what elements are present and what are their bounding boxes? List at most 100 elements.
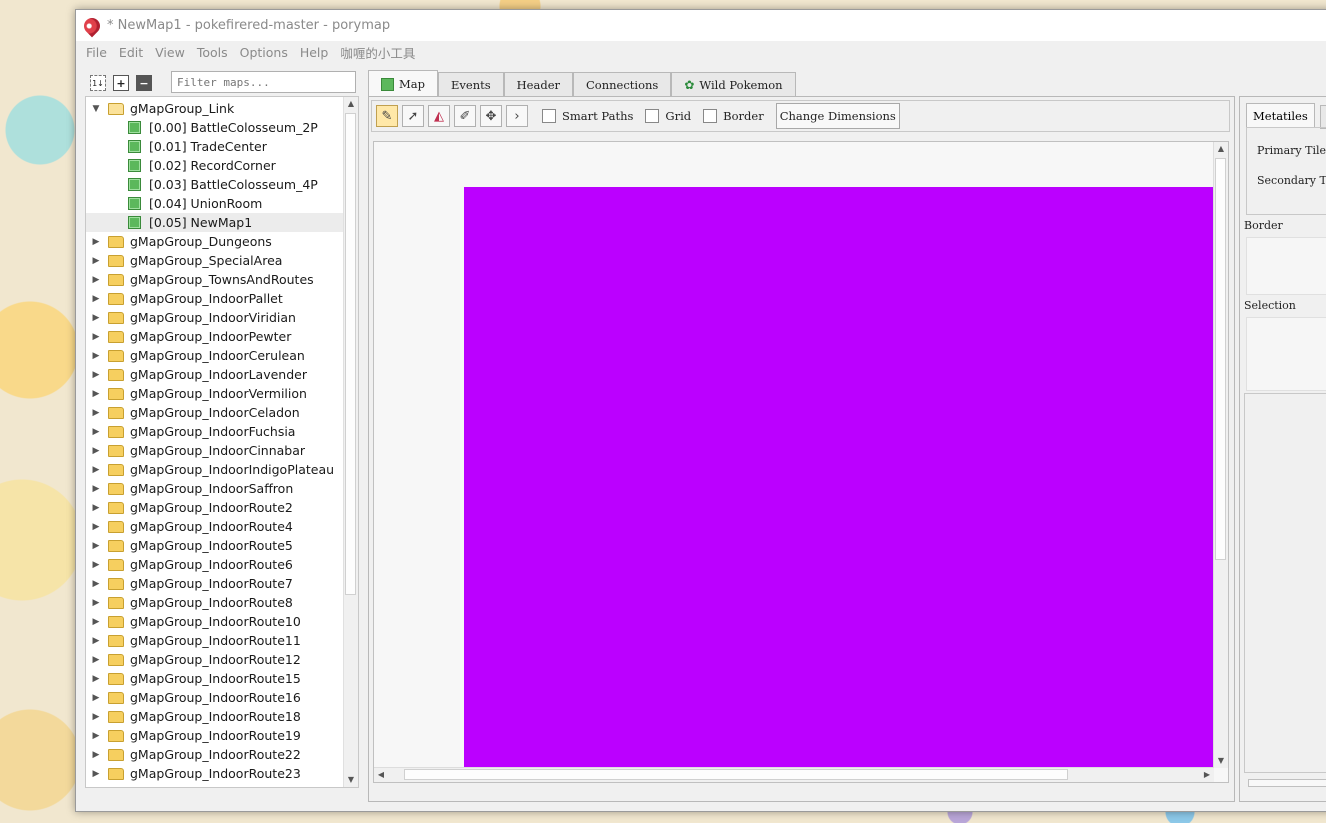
chevron-right-icon[interactable]: ▶	[90, 579, 102, 589]
tree-map-item[interactable]: [0.05] NewMap1	[86, 213, 343, 232]
tree-group-item[interactable]: ▶ gMapGroup_IndoorRoute2	[86, 498, 343, 517]
tree-group-item[interactable]: ▶ gMapGroup_IndoorRoute8	[86, 593, 343, 612]
tree-group-item[interactable]: ▶ gMapGroup_IndoorVermilion	[86, 384, 343, 403]
bucket-fill-tool-icon[interactable]: ◭	[428, 105, 450, 127]
sort-icon[interactable]: 1↓	[90, 75, 106, 91]
tree-group-item[interactable]: ▶ gMapGroup_IndoorRoute23	[86, 764, 343, 783]
tab-connections[interactable]: Connections	[573, 72, 672, 96]
chevron-right-icon[interactable]: ▶	[90, 731, 102, 741]
chevron-right-icon[interactable]: ▶	[90, 560, 102, 570]
tree-group-item[interactable]: ▶ gMapGroup_SpecialArea	[86, 251, 343, 270]
menu-edit[interactable]: Edit	[119, 45, 143, 60]
menu-options[interactable]: Options	[240, 45, 288, 60]
tree-group-item[interactable]: ▶ gMapGroup_IndoorCerulean	[86, 346, 343, 365]
tab-metatiles[interactable]: Metatiles	[1246, 103, 1315, 127]
chevron-right-icon[interactable]: ▶	[90, 522, 102, 532]
tree-group-item[interactable]: ▶ gMapGroup_IndoorRoute15	[86, 669, 343, 688]
map-tiles-area[interactable]	[464, 187, 1214, 769]
tree-group-item[interactable]: ▶ gMapGroup_IndoorSaffron	[86, 479, 343, 498]
scroll-up-icon[interactable]: ▲	[344, 97, 358, 111]
chevron-right-icon[interactable]: ▶	[90, 294, 102, 304]
tree-group-item[interactable]: ▶ gMapGroup_IndoorLavender	[86, 365, 343, 384]
tree-group-item[interactable]: ▶ gMapGroup_IndoorRoute12	[86, 650, 343, 669]
tree-group-item[interactable]: ▶ gMapGroup_IndoorRoute18	[86, 707, 343, 726]
chevron-right-icon[interactable]: ▶	[90, 313, 102, 323]
map-canvas[interactable]: ▲ ▼ ◀ ▶	[373, 141, 1229, 783]
canvas-horizontal-scrollbar[interactable]: ◀ ▶	[374, 767, 1214, 782]
shift-tool-icon[interactable]: ›	[506, 105, 528, 127]
chevron-down-icon[interactable]: ▼	[90, 104, 102, 114]
move-tool-icon[interactable]: ✥	[480, 105, 502, 127]
tree-group-item[interactable]: ▶ gMapGroup_IndoorRoute22	[86, 745, 343, 764]
border-checkbox[interactable]: Border	[703, 109, 764, 123]
tree-group-item[interactable]: ▶ gMapGroup_IndoorRoute16	[86, 688, 343, 707]
tree-group-link[interactable]: ▼ gMapGroup_Link	[86, 99, 343, 118]
chevron-right-icon[interactable]: ▶	[90, 541, 102, 551]
pointer-tool-icon[interactable]: ➚	[402, 105, 424, 127]
smart-paths-checkbox[interactable]: Smart Paths	[542, 109, 633, 123]
tree-group-item[interactable]: ▶ gMapGroup_IndoorIndigoPlateau	[86, 460, 343, 479]
tab-map[interactable]: Map	[368, 70, 438, 97]
tree-group-item[interactable]: ▶ gMapGroup_IndoorRoute11	[86, 631, 343, 650]
tree-group-item[interactable]: ▶ gMapGroup_IndoorRoute5	[86, 536, 343, 555]
chevron-right-icon[interactable]: ▶	[90, 446, 102, 456]
chevron-right-icon[interactable]: ▶	[90, 332, 102, 342]
scroll-left-icon[interactable]: ◀	[374, 768, 388, 782]
chevron-right-icon[interactable]: ▶	[90, 427, 102, 437]
chevron-right-icon[interactable]: ▶	[90, 636, 102, 646]
tree-group-item[interactable]: ▶ gMapGroup_IndoorViridian	[86, 308, 343, 327]
chevron-right-icon[interactable]: ▶	[90, 275, 102, 285]
change-dimensions-button[interactable]: Change Dimensions	[775, 103, 900, 129]
chevron-right-icon[interactable]: ▶	[90, 750, 102, 760]
grid-checkbox[interactable]: Grid	[645, 109, 691, 123]
tree-map-item[interactable]: [0.02] RecordCorner	[86, 156, 343, 175]
tree-group-item[interactable]: ▶ gMapGroup_IndoorFuchsia	[86, 422, 343, 441]
tree-group-item[interactable]: ▶ gMapGroup_IndoorPewter	[86, 327, 343, 346]
menu-tools[interactable]: Tools	[197, 45, 228, 60]
selection-metatiles-view[interactable]	[1246, 317, 1326, 391]
chevron-right-icon[interactable]: ▶	[90, 408, 102, 418]
tree-group-item[interactable]: ▶ gMapGroup_IndoorRoute19	[86, 726, 343, 745]
chevron-right-icon[interactable]: ▶	[90, 712, 102, 722]
scroll-down-icon[interactable]: ▼	[1214, 754, 1228, 768]
tree-group-item[interactable]: ▶ gMapGroup_IndoorCeladon	[86, 403, 343, 422]
menu-custom-tools[interactable]: 咖喱的小工具	[340, 43, 415, 62]
tree-map-item[interactable]: [0.01] TradeCenter	[86, 137, 343, 156]
expand-all-icon[interactable]: +	[113, 75, 129, 91]
tab-header[interactable]: Header	[503, 72, 573, 96]
tree-group-item[interactable]: ▶ gMapGroup_TownsAndRoutes	[86, 270, 343, 289]
chevron-right-icon[interactable]: ▶	[90, 351, 102, 361]
chevron-right-icon[interactable]: ▶	[90, 389, 102, 399]
scroll-thumb[interactable]	[1215, 158, 1226, 560]
collapse-all-icon[interactable]: −	[136, 75, 152, 91]
chevron-right-icon[interactable]: ▶	[90, 370, 102, 380]
tab-wild-pokemon[interactable]: ✿ Wild Pokemon	[671, 72, 796, 96]
pencil-tool-icon[interactable]: ✎	[376, 105, 398, 127]
tree-map-item[interactable]: [0.00] BattleColosseum_2P	[86, 118, 343, 137]
canvas-vertical-scrollbar[interactable]: ▲ ▼	[1213, 142, 1228, 768]
menu-file[interactable]: File	[86, 45, 107, 60]
map-tree-scrollbar[interactable]: ▲ ▼	[343, 97, 358, 787]
scroll-thumb[interactable]	[404, 769, 1068, 780]
chevron-right-icon[interactable]: ▶	[90, 693, 102, 703]
filter-maps-input[interactable]	[171, 71, 356, 93]
chevron-right-icon[interactable]: ▶	[90, 256, 102, 266]
eyedropper-tool-icon[interactable]: ✐	[454, 105, 476, 127]
metatile-selector-area[interactable]	[1244, 393, 1326, 773]
chevron-right-icon[interactable]: ▶	[90, 655, 102, 665]
chevron-right-icon[interactable]: ▶	[90, 237, 102, 247]
border-metatiles-view[interactable]	[1246, 237, 1326, 295]
tab-events[interactable]: Events	[438, 72, 504, 96]
menu-view[interactable]: View	[155, 45, 185, 60]
tree-group-item[interactable]: ▶ gMapGroup_IndoorCinnabar	[86, 441, 343, 460]
horizontal-scrollbar[interactable]	[1248, 779, 1326, 787]
checkbox-box[interactable]	[542, 109, 556, 123]
scroll-up-icon[interactable]: ▲	[1214, 142, 1228, 156]
chevron-right-icon[interactable]: ▶	[90, 503, 102, 513]
scroll-right-icon[interactable]: ▶	[1200, 768, 1214, 782]
checkbox-box[interactable]	[645, 109, 660, 123]
scroll-down-icon[interactable]: ▼	[344, 773, 358, 787]
tree-group-item[interactable]: ▶ gMapGroup_Dungeons	[86, 232, 343, 251]
chevron-right-icon[interactable]: ▶	[90, 674, 102, 684]
tree-map-item[interactable]: [0.04] UnionRoom	[86, 194, 343, 213]
